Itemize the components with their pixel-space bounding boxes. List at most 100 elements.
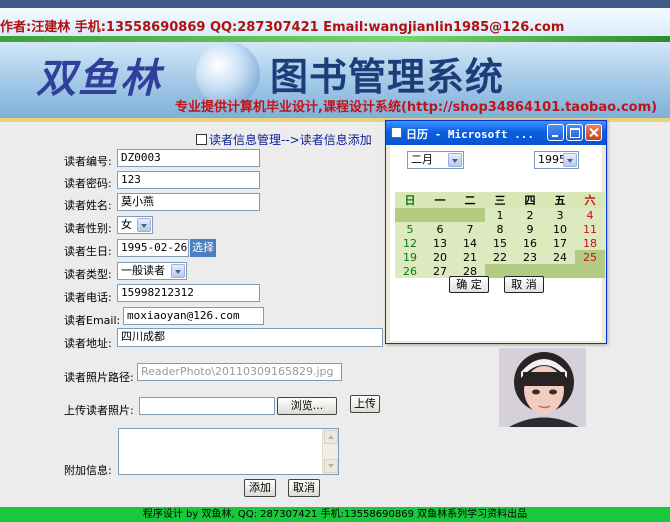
weekday-sat: 六	[575, 192, 605, 208]
day-cell[interactable]: 16	[515, 236, 545, 250]
weekday-wed: 三	[485, 192, 515, 208]
upload-photo-label: 上传读者照片:	[64, 404, 134, 417]
password-label: 读者密码:	[64, 177, 112, 190]
name-label: 读者姓名:	[64, 199, 112, 212]
close-icon[interactable]	[585, 124, 602, 141]
upload-button[interactable]: 上传	[350, 395, 380, 413]
scroll-up-icon[interactable]	[324, 430, 338, 444]
year-select[interactable]: 1995	[534, 151, 579, 169]
extra-info-label: 附加信息:	[64, 464, 112, 477]
choose-date-button[interactable]: 选择	[190, 239, 216, 257]
gender-select[interactable]: 女	[117, 216, 153, 234]
author-contact-line: 作者:汪建林 手机:13558690869 QQ:287307421 Email…	[0, 20, 565, 35]
edit-icon	[196, 134, 207, 145]
year-value: 1995	[538, 153, 566, 166]
calendar-week-row: 12 13 14 15 16 17 18	[395, 236, 605, 250]
browse-button[interactable]: 浏览...	[277, 397, 337, 415]
chevron-down-icon[interactable]	[137, 218, 151, 232]
day-cell[interactable]: 17	[545, 236, 575, 250]
day-cell[interactable]: 4	[575, 208, 605, 222]
minimize-icon[interactable]	[547, 124, 564, 141]
cancel-button[interactable]: 取消	[288, 479, 320, 497]
type-label: 读者类型:	[64, 268, 112, 281]
email-label: 读者Email:	[64, 314, 121, 327]
phone-input[interactable]: 15998212312	[117, 284, 260, 302]
day-cell-selected[interactable]: 25	[575, 250, 605, 264]
reader-no-label: 读者编号:	[64, 155, 112, 168]
site-header: 作者:汪建林 手机:13558690869 QQ:287307421 Email…	[0, 8, 670, 118]
calendar-grid: 日 一 二 三 四 五 六 1 2 3 4 5 6 7 8 9 10 11 12…	[395, 192, 605, 278]
calendar-window-title: 日历 - Microsoft ...	[406, 128, 534, 141]
window-app-icon	[391, 127, 402, 138]
day-cell[interactable]: 12	[395, 236, 425, 250]
day-cell	[545, 264, 575, 278]
day-cell[interactable]: 19	[395, 250, 425, 264]
reader-type-value: 一般读者	[121, 264, 165, 277]
day-cell[interactable]: 10	[545, 222, 575, 236]
header-slogan: 专业提供计算机毕业设计,课程设计系统(http://shop34864101.t…	[175, 100, 658, 115]
day-cell[interactable]: 23	[515, 250, 545, 264]
day-cell	[425, 208, 455, 222]
gender-label: 读者性别:	[64, 222, 112, 235]
day-cell[interactable]: 22	[485, 250, 515, 264]
calendar-week-row: 19 20 21 22 23 24 25	[395, 250, 605, 264]
weekday-thu: 四	[515, 192, 545, 208]
day-cell[interactable]: 26	[395, 264, 425, 278]
address-input[interactable]: 四川成都	[117, 328, 383, 347]
day-cell[interactable]: 18	[575, 236, 605, 250]
calendar-cancel-button[interactable]: 取 消	[504, 276, 544, 293]
chevron-down-icon[interactable]	[171, 264, 185, 278]
weekday-tue: 二	[455, 192, 485, 208]
day-cell[interactable]: 3	[545, 208, 575, 222]
day-cell[interactable]: 2	[515, 208, 545, 222]
day-cell[interactable]: 9	[515, 222, 545, 236]
day-cell[interactable]: 20	[425, 250, 455, 264]
day-cell[interactable]: 6	[425, 222, 455, 236]
calendar-window[interactable]: 日历 - Microsoft ... 二月 1995 日 一 二 三 四 五 六	[385, 120, 607, 344]
extra-info-textarea[interactable]	[118, 428, 339, 475]
password-input[interactable]: 123	[117, 171, 260, 189]
day-cell[interactable]: 14	[455, 236, 485, 250]
month-select[interactable]: 二月	[407, 151, 464, 169]
photo-path-input[interactable]: ReaderPhoto\20110309165829.jpg	[137, 363, 342, 381]
add-button[interactable]: 添加	[244, 479, 276, 497]
calendar-week-row: 1 2 3 4	[395, 208, 605, 222]
calendar-titlebar[interactable]: 日历 - Microsoft ...	[386, 121, 606, 145]
day-cell	[455, 208, 485, 222]
calendar-ok-button[interactable]: 确 定	[449, 276, 489, 293]
day-cell[interactable]: 1	[485, 208, 515, 222]
breadcrumb-text: 读者信息管理-->读者信息添加	[209, 133, 372, 147]
day-cell	[395, 208, 425, 222]
chevron-down-icon[interactable]	[563, 153, 577, 167]
scroll-down-icon[interactable]	[324, 459, 338, 473]
maximize-icon[interactable]	[566, 124, 583, 141]
day-cell[interactable]: 7	[455, 222, 485, 236]
day-cell	[575, 264, 605, 278]
weekday-sun: 日	[395, 192, 425, 208]
day-cell[interactable]: 8	[485, 222, 515, 236]
name-input[interactable]: 莫小燕	[117, 193, 260, 211]
day-cell[interactable]: 5	[395, 222, 425, 236]
weekday-header-row: 日 一 二 三 四 五 六	[395, 192, 605, 208]
day-cell[interactable]: 24	[545, 250, 575, 264]
reader-type-select[interactable]: 一般读者	[117, 262, 187, 280]
day-cell[interactable]: 11	[575, 222, 605, 236]
system-title: 图书管理系统	[270, 55, 505, 99]
day-cell[interactable]: 15	[485, 236, 515, 250]
birthday-input[interactable]: 1995-02-26	[117, 239, 189, 257]
reader-portrait-image	[499, 348, 586, 427]
gender-value: 女	[121, 218, 132, 231]
calendar-week-row: 5 6 7 8 9 10 11	[395, 222, 605, 236]
textarea-scrollbar[interactable]	[322, 429, 338, 474]
email-input[interactable]: moxiaoyan@126.com	[123, 307, 264, 325]
reader-photo	[499, 348, 586, 427]
reader-no-input[interactable]: DZ0003	[117, 149, 260, 167]
chevron-down-icon[interactable]	[448, 153, 462, 167]
phone-label: 读者电话:	[64, 291, 112, 304]
upload-file-input[interactable]	[139, 397, 275, 415]
calendar-week-row: 26 27 28	[395, 264, 605, 278]
month-value: 二月	[411, 153, 433, 166]
day-cell[interactable]: 13	[425, 236, 455, 250]
day-cell[interactable]: 21	[455, 250, 485, 264]
site-logo-text: 双鱼林	[36, 55, 162, 102]
